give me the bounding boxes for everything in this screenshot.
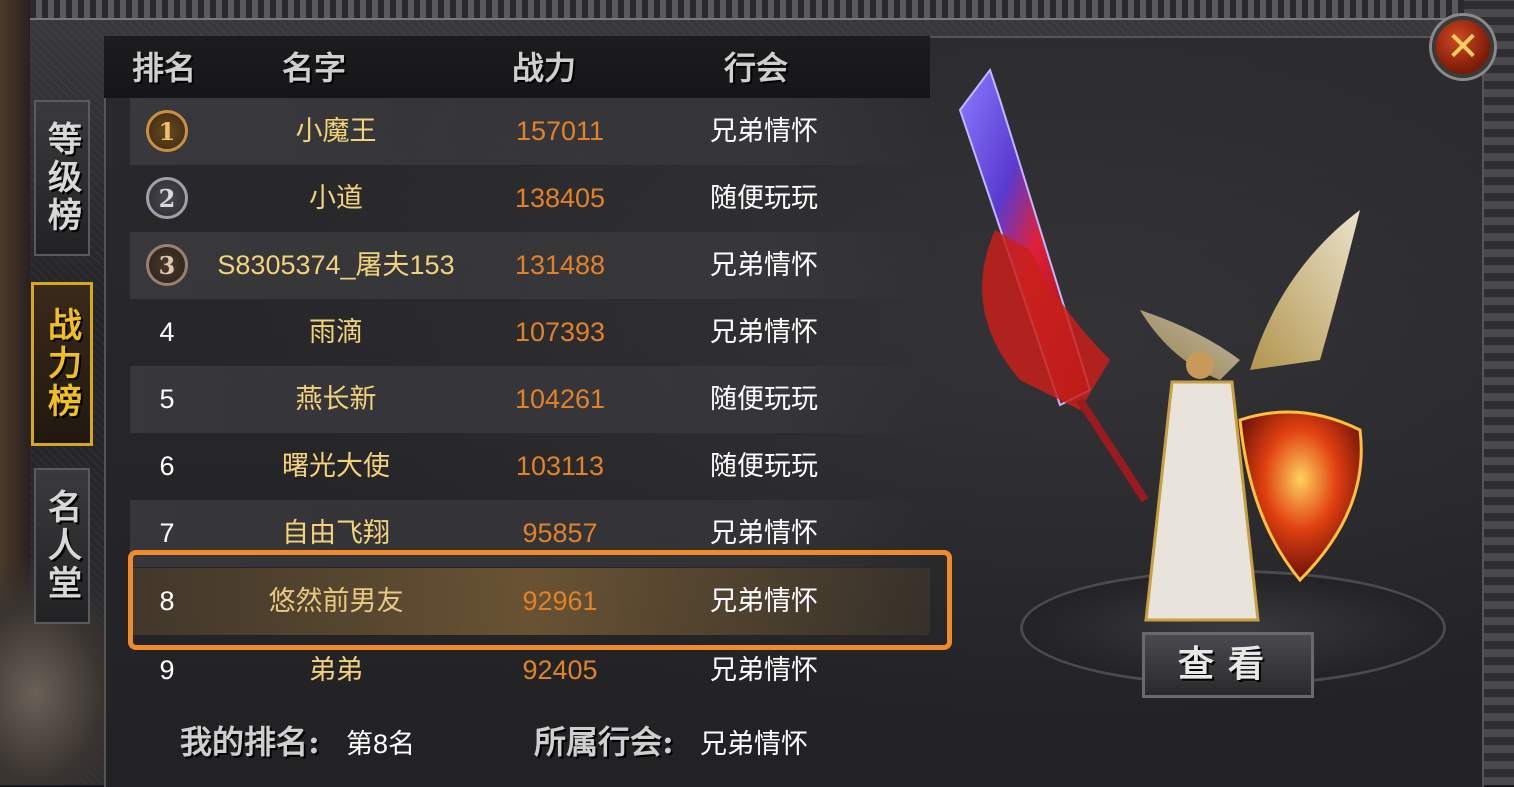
player-guild: 随便玩玩	[710, 451, 818, 481]
my-guild-value: 兄弟情怀	[700, 729, 808, 759]
player-name: 燕长新	[295, 384, 377, 414]
header-rank: 排名	[132, 49, 197, 87]
selection-highlight	[128, 550, 952, 650]
tab-hall-of-fame[interactable]: 名人堂	[34, 468, 90, 624]
tab-power-ranking[interactable]: 战力榜	[31, 282, 93, 446]
player-power: 138405	[514, 183, 606, 213]
rank-number: 4	[159, 317, 175, 347]
rank-number: 6	[159, 451, 175, 481]
player-name: S8305374_屠夫153	[217, 250, 455, 280]
table-row[interactable]: 5 燕长新 104261 随便玩玩	[130, 366, 930, 433]
header-power: 战力	[512, 49, 577, 87]
table-row[interactable]: 1 小魔王 157011 兄弟情怀	[130, 98, 930, 165]
player-power: 103113	[515, 451, 605, 481]
sword-hilt	[1076, 397, 1149, 503]
gold-medal-icon: 1	[146, 110, 188, 152]
shield	[1238, 410, 1363, 583]
player-power: 107393	[514, 317, 606, 347]
player-name: 雨滴	[309, 317, 363, 347]
bronze-medal-icon: 3	[146, 244, 188, 286]
player-power: 131488	[514, 250, 606, 280]
player-guild: 兄弟情怀	[710, 317, 818, 347]
player-power: 104261	[514, 384, 606, 414]
table-row[interactable]: 6 曙光大使 103113 随便玩玩	[130, 433, 930, 500]
character-head	[1186, 351, 1214, 379]
player-name: 曙光大使	[282, 451, 390, 481]
player-name: 小魔王	[295, 116, 377, 146]
player-power: 157011	[515, 116, 605, 146]
character-figure	[958, 67, 1363, 622]
silver-medal-icon: 2	[146, 177, 188, 219]
rank-number: 3	[158, 250, 176, 280]
rank-number: 5	[159, 384, 175, 414]
table-row[interactable]: 4 雨滴 107393 兄弟情怀	[130, 299, 930, 366]
view-button[interactable]: 查看	[1142, 632, 1314, 698]
player-name: 小道	[309, 183, 363, 213]
my-guild-label: 所属行会:	[534, 723, 674, 761]
table-row[interactable]: 3 S8305374_屠夫153 131488 兄弟情怀	[130, 232, 930, 299]
right-wing	[1250, 210, 1360, 370]
character-showcase	[940, 60, 1446, 686]
top-border-decoration	[0, 0, 1514, 20]
tab-level-ranking[interactable]: 等级榜	[34, 100, 90, 256]
player-guild: 随便玩玩	[710, 183, 818, 213]
player-guild: 随便玩玩	[710, 384, 818, 414]
player-guild: 兄弟情怀	[710, 116, 818, 146]
my-rank-label: 我的排名:	[180, 723, 320, 761]
close-icon[interactable]: ✕	[1432, 16, 1494, 78]
my-rank-value: 第8名	[346, 729, 416, 759]
header-guild: 行会	[724, 49, 789, 87]
rank-number: 1	[158, 116, 176, 146]
character-robe	[1144, 380, 1260, 622]
player-guild: 兄弟情怀	[710, 250, 818, 280]
header-name: 名字	[282, 49, 347, 87]
rank-number: 2	[158, 183, 176, 213]
table-row[interactable]: 2 小道 138405 随便玩玩	[130, 165, 930, 232]
left-dragon-decoration	[0, 0, 140, 785]
